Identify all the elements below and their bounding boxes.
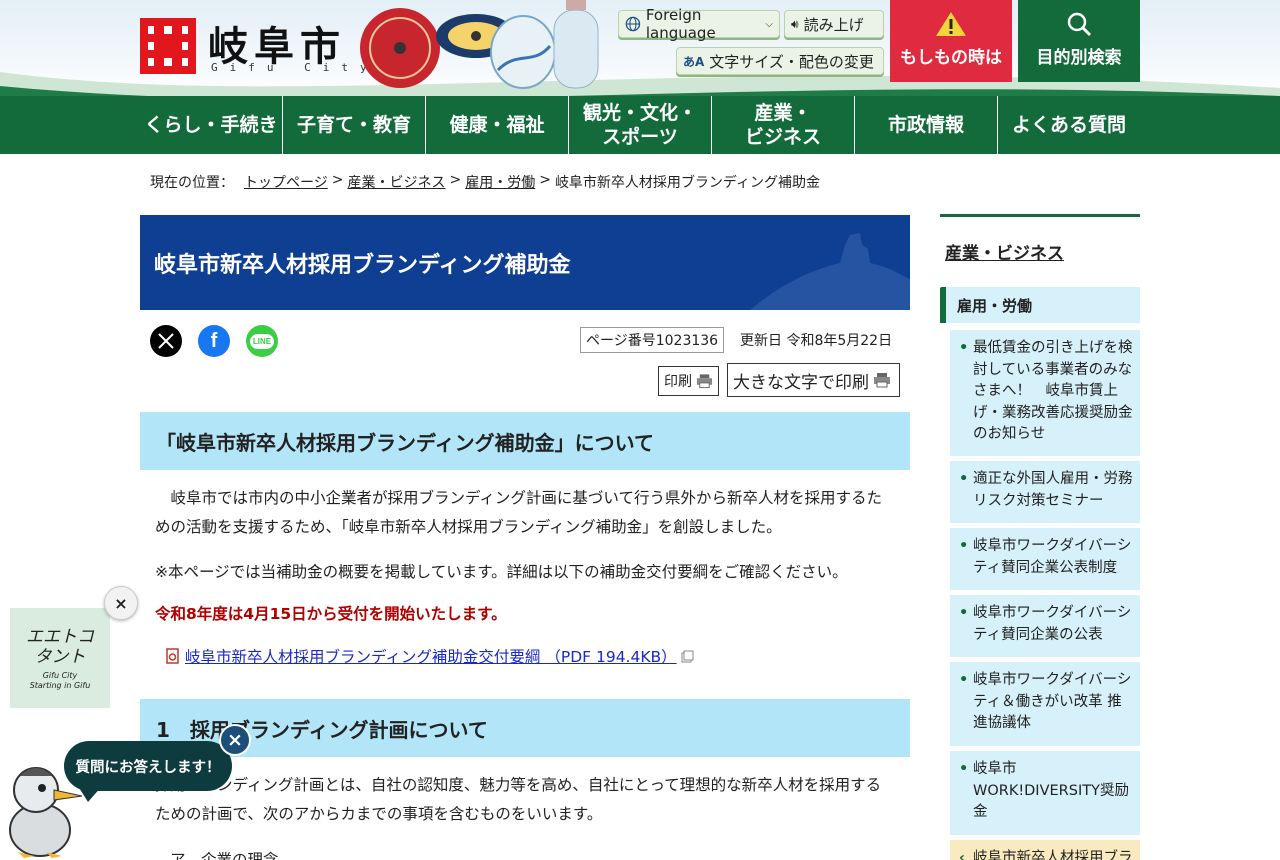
purpose-search-label: 目的別検索 [1036,48,1122,68]
promo-line-1: エエトコ [26,626,94,647]
plan-paragraph: 採用ブランディング計画とは、自社の認知度、魅力等を高め、自社にとって理想的な新卒… [155,776,882,823]
global-nav: くらし・手続き 子育て・教育 健康・福祉 観光・文化・ スポーツ 産業・ ビジネ… [0,96,1280,154]
chatbot-bubble-tail [78,786,102,802]
globe-icon [625,16,641,32]
intro-paragraph: 岐阜市では市内の中小企業者が採用ブランディング計画に基づいて行う県外から新卒人材… [155,489,882,536]
page-title-band: 岐阜市新卒人材採用ブランディング補助金 [140,215,910,310]
breadcrumb-link-top[interactable]: トップページ [244,172,328,192]
sidebar-item-diversity-council[interactable]: 岐阜市ワークダイバーシティ＆働きがい改革 推進協議体 [950,662,1140,746]
foreign-language-label: Foreign language [645,6,716,42]
sidebar-title-link[interactable]: 産業・ビジネス [945,239,1064,264]
x-logo-icon [158,333,174,349]
printer-icon [696,374,713,389]
chatbot-close-button[interactable]: × [219,724,251,756]
nav-item-health[interactable]: 健康・福祉 [426,96,569,154]
foreign-language-button[interactable]: Foreign language ⌵ [618,6,780,42]
share-x-button[interactable] [150,325,182,357]
emergency-label: もしもの時は [900,48,1002,68]
read-aloud-button[interactable]: 🔊︎ 読み上げ [784,10,884,38]
promo-line-4: Starting in Gifu [29,680,91,690]
section-heading-plan: 1 採用ブランディング計画について [140,699,910,757]
promo-line-3: Gifu City [42,670,78,680]
breadcrumb-separator: > [331,172,344,188]
sidebar-item-work-diversity-grant[interactable]: 岐阜市WORK!DIVERSITY奨励金 [950,751,1140,835]
castle-silhouette-decoration [750,233,910,310]
new-window-icon [681,650,694,662]
guidelines-pdf-link[interactable]: 岐阜市新卒人材採用ブランディング補助金交付要綱 （PDF 194.4KB） [165,645,694,667]
printer-icon [874,373,890,388]
search-icon [1067,12,1092,37]
parasol-illustration [360,0,599,89]
warning-icon [936,12,966,36]
site-header: 岐阜市 Gifu City Foreign language ⌵ 🔊︎ 読み上げ… [0,0,1280,96]
print-large-text-button[interactable]: 大きな文字で印刷 [727,363,900,397]
chevron-down-icon: ⌵ [765,18,773,30]
text-size-icon: あA [683,54,705,69]
sidebar-subheading[interactable]: 雇用・労働 [940,287,1140,323]
plan-item-a: ア 企業の理念 [170,851,279,860]
pdf-icon [166,648,179,664]
promo-line-2: タント [34,646,86,667]
page-number: ページ番号1023136 [580,327,725,353]
updated-date: 更新日 令和8年5月22日 [740,333,893,349]
breadcrumb-current: 岐阜市新卒人材採用ブランディング補助金 [554,175,820,191]
acceptance-notice: 令和8年度は4月15日から受付を開始いたします。 [155,605,507,623]
nav-item-faq[interactable]: よくある質問 [998,96,1140,154]
facebook-logo-icon: f [210,329,218,352]
note-paragraph: ※本ページでは当補助金の概要を掲載しています。詳細は以下の補助金交付要綱をご確認… [155,563,848,581]
share-line-button[interactable]: LINE [246,325,278,357]
share-facebook-button[interactable]: f [198,325,230,357]
breadcrumb-link-business[interactable]: 産業・ビジネス [347,172,445,192]
breadcrumb-link-employment[interactable]: 雇用・労働 [465,172,535,192]
guidelines-pdf-label: 岐阜市新卒人材採用ブランディング補助金交付要綱 （PDF 194.4KB） [185,648,677,666]
print-label: 印刷 [664,374,692,390]
sidebar-item-diversity-publication[interactable]: 岐阜市ワークダイバーシティ賛同企業の公表 [950,595,1140,657]
section-heading-about: 「岐阜市新卒人材採用ブランディング補助金」について [140,412,910,470]
print-large-label: 大きな文字で印刷 [733,372,869,393]
breadcrumb-separator: > [539,172,551,188]
city-emblem-icon[interactable] [140,18,196,74]
read-aloud-label: 読み上げ [803,15,864,34]
purpose-search-button[interactable]: 目的別検索 [1018,0,1140,82]
speaker-icon: 🔊︎ [791,16,799,31]
nav-item-childcare[interactable]: 子育て・教育 [283,96,426,154]
sidebar-item-foreign-employment[interactable]: 適正な外国人雇用・労務リスク対策セミナー [950,461,1140,523]
promo-banner-close-button[interactable]: × [104,586,138,620]
emergency-button[interactable]: もしもの時は [890,0,1012,82]
sidebar-item-wage-incentive[interactable]: 最低賃金の引き上げを検討している事業者のみなさまへ！ 岐阜市賃上げ・業務改善応援… [950,330,1140,456]
line-logo-icon: LINE [249,333,275,349]
breadcrumb-separator: > [449,172,462,188]
text-size-color-button[interactable]: あA 文字サイズ・配色の変更 [676,47,884,75]
nav-item-tourism[interactable]: 観光・文化・ スポーツ [569,96,712,154]
chatbot-bubble[interactable]: 質問にお答えします！ [64,741,232,791]
city-promo-banner[interactable]: エエトコ タント Gifu City Starting in Gifu [10,608,110,708]
breadcrumb: 現在の位置： トップページ > 産業・ビジネス > 雇用・労働 > 岐阜市新卒人… [150,172,820,192]
print-button[interactable]: 印刷 [658,366,719,396]
page-title: 岐阜市新卒人材採用ブランディング補助金 [154,253,571,278]
sidebar-item-current-page[interactable]: 岐阜市新卒人材採用ブランディング補助金 [950,840,1140,860]
text-size-color-label: 文字サイズ・配色の変更 [709,52,874,71]
site-logo-subtext: Gifu City [211,61,379,74]
breadcrumb-prefix: 現在の位置： [150,175,234,191]
sidebar: 産業・ビジネス 雇用・労働 最低賃金の引き上げを検討している事業者のみなさまへ！… [940,214,1140,860]
nav-item-city-info[interactable]: 市政情報 [855,96,998,154]
sidebar-item-diversity-system[interactable]: 岐阜市ワークダイバーシティ賛同企業公表制度 [950,528,1140,590]
nav-item-living[interactable]: くらし・手続き [140,96,283,154]
nav-item-business[interactable]: 産業・ ビジネス [712,96,855,154]
